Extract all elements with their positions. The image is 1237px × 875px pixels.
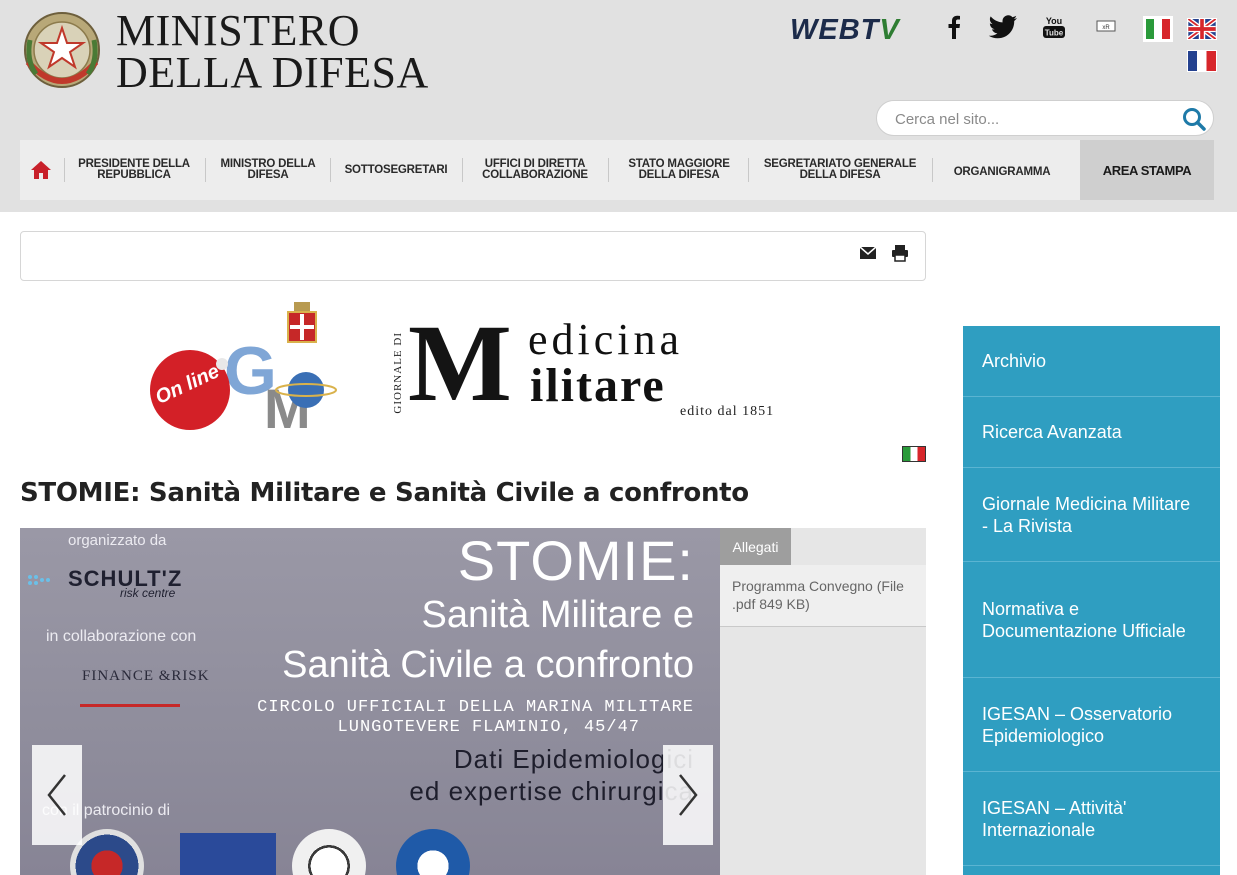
- slide-title-stomie: STOMIE:: [457, 529, 694, 592]
- slide-text-finance: FINANCE &RISK: [82, 668, 210, 684]
- slide-title-sanita-civile: Sanità Civile a confronto: [282, 644, 694, 686]
- brand-line2: DELLA DIFESA: [116, 48, 429, 97]
- flag-french-icon[interactable]: [1187, 50, 1217, 72]
- sidebar-item-osservatorio[interactable]: IGESAN – Osservatorio Epidemiologico: [963, 678, 1220, 772]
- slide-title-sanita-militare: Sanità Militare e: [421, 594, 694, 636]
- sidebar-item-giornale[interactable]: Giornale Medicina Militare - La Rivista: [963, 468, 1220, 562]
- nav-label: DELLA DIFESA: [799, 169, 881, 181]
- print-icon[interactable]: [891, 244, 909, 262]
- nav-label: COLLABORAZIONE: [482, 169, 588, 181]
- nav-presidente[interactable]: PRESIDENTE DELLA REPUBBLICA: [66, 140, 202, 200]
- nav-label: ORGANIGRAMMA: [953, 165, 1051, 178]
- sidebar-item-normativa[interactable]: Normativa e Documentazione Ufficiale: [963, 562, 1220, 678]
- attachments-panel: Allegati Programma Convegno (File .pdf 8…: [720, 528, 926, 875]
- nav-divider: [748, 158, 749, 182]
- share-toolbar: [20, 231, 926, 281]
- gmm-online-logo: G M On line: [150, 302, 337, 440]
- slider-prev-button[interactable]: [32, 745, 82, 845]
- webtv-logo[interactable]: WEBTV: [790, 14, 900, 47]
- sidebar-item-ricerca[interactable]: Ricerca Avanzata: [963, 397, 1220, 468]
- sidebar-menu: Archivio Ricerca Avanzata Giornale Medic…: [963, 326, 1220, 875]
- twitter-icon[interactable]: [987, 12, 1019, 42]
- nav-segretariato[interactable]: SEGRETARIATO GENERALE DELLA DIFESA: [750, 140, 930, 200]
- rss-icon[interactable]: xR: [1090, 12, 1122, 42]
- article-title: STOMIE: Sanità Militare e Sanità Civile …: [20, 478, 749, 508]
- mail-icon[interactable]: [859, 244, 877, 262]
- attachments-tab[interactable]: Allegati: [720, 528, 791, 565]
- nav-label: DELLA DIFESA: [638, 169, 720, 181]
- brand-line1: MINISTERO: [116, 6, 361, 55]
- image-slider[interactable]: organizzato da SCHULT'Z risk centre in c…: [20, 528, 720, 875]
- finance-rule: [80, 704, 180, 707]
- journal-side-label: GIORNALE DI: [392, 332, 404, 414]
- site-search: [876, 100, 1214, 136]
- svg-text:You: You: [1046, 16, 1062, 26]
- home-icon[interactable]: [20, 140, 62, 200]
- facebook-icon[interactable]: [938, 12, 970, 42]
- flag-italian-icon[interactable]: [902, 446, 926, 462]
- nav-organigramma[interactable]: ORGANIGRAMMA: [934, 142, 1070, 202]
- society-seal-icon: [396, 829, 470, 875]
- schultz-dots-icon: [28, 575, 50, 585]
- journal-word-militare: ilitare: [530, 359, 666, 412]
- nav-divider: [330, 158, 331, 182]
- nav-sottosegretari[interactable]: SOTTOSEGRETARI: [332, 140, 460, 200]
- sidebar-item-archivio[interactable]: Archivio: [963, 326, 1220, 397]
- nav-label: DIFESA: [247, 169, 289, 181]
- site-header: MINISTERO DELLA DIFESA WEBTV You Tube xR: [0, 0, 1237, 212]
- nav-divider: [64, 158, 65, 182]
- nav-divider: [462, 158, 463, 182]
- nav-ministro[interactable]: MINISTRO DELLA DIFESA: [208, 140, 328, 200]
- university-seal-icon: [292, 829, 366, 875]
- nav-label: REPUBBLICA: [97, 169, 171, 181]
- slide-text-expertise: ed expertise chirurgica: [409, 776, 694, 806]
- slide-text-dati: Dati Epidemiologici: [453, 744, 694, 774]
- youtube-icon[interactable]: You Tube: [1038, 12, 1070, 42]
- main-navigation: PRESIDENTE DELLA REPUBBLICA MINISTRO DELL…: [20, 140, 1214, 200]
- ministry-title[interactable]: MINISTERO DELLA DIFESA: [116, 6, 429, 97]
- slide-text-circolo: CIRCOLO UFFICIALI DELLA MARINA MILITARE: [257, 698, 694, 717]
- webtv-v: V: [879, 14, 900, 46]
- slide-text-risk: risk centre: [120, 586, 176, 600]
- sidebar-item-attivita[interactable]: IGESAN – Attività' Internazionale: [963, 772, 1220, 866]
- svg-text:xR: xR: [1102, 25, 1110, 31]
- flag-italian-icon[interactable]: [1143, 16, 1173, 42]
- slide-text-lungotevere: LUNGOTEVERE FLAMINIO, 45/47: [337, 718, 640, 737]
- journal-edito: edito dal 1851: [680, 404, 775, 419]
- slider-next-button[interactable]: [663, 745, 713, 845]
- nav-divider: [205, 158, 206, 182]
- nav-area-stampa[interactable]: AREA STAMPA: [1080, 140, 1214, 200]
- slide-text-organizzato: organizzato da: [68, 532, 167, 549]
- nav-divider: [608, 158, 609, 182]
- webtv-label: WEBT: [790, 14, 880, 46]
- flag-english-icon[interactable]: [1187, 18, 1217, 40]
- svg-text:Tube: Tube: [1045, 29, 1064, 38]
- slide-text-collaborazione: in collaborazione con: [46, 628, 197, 645]
- search-icon[interactable]: [1181, 106, 1207, 132]
- attachment-link[interactable]: Programma Convegno (File .pdf 849 KB): [720, 565, 926, 627]
- chevron-left-icon: [47, 774, 66, 816]
- nav-label: SOTTOSEGRETARI: [344, 163, 448, 176]
- nav-uffici[interactable]: UFFICI DI DIRETTA COLLABORAZIONE: [464, 140, 606, 200]
- eu-flag-icon: [180, 833, 276, 875]
- chevron-right-icon: [679, 774, 698, 816]
- repubblica-italiana-emblem-icon[interactable]: [22, 10, 102, 96]
- nav-stato-maggiore[interactable]: STATO MAGGIORE DELLA DIFESA: [610, 140, 748, 200]
- search-input[interactable]: [895, 108, 1165, 130]
- journal-word-medicina: edicina: [528, 315, 684, 364]
- journal-letter-m: M: [408, 302, 512, 424]
- nav-divider: [932, 158, 933, 182]
